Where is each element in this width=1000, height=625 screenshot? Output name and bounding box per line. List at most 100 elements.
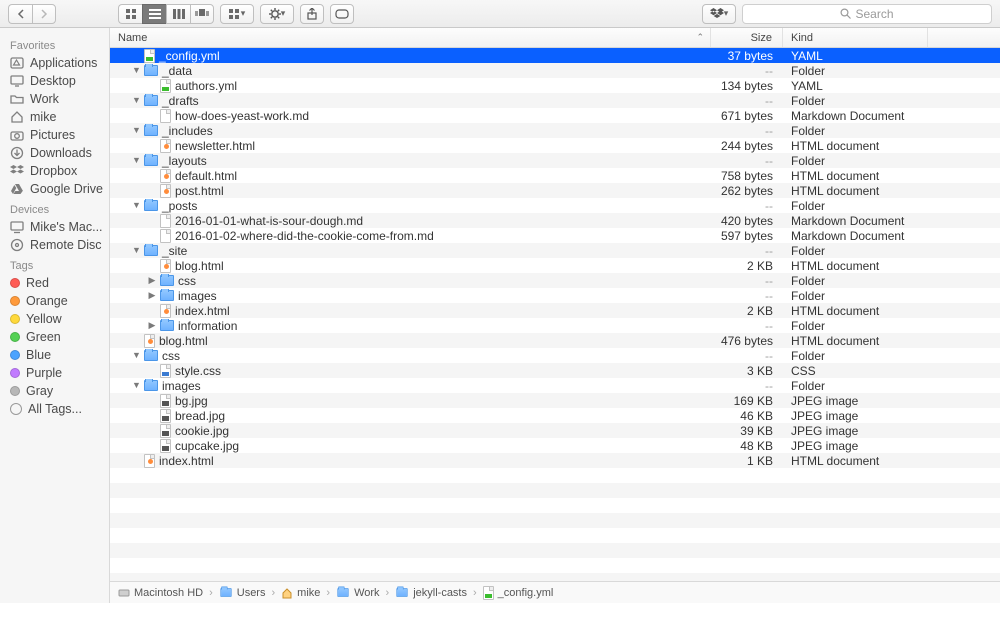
file-row[interactable]: ▼ css -- Folder <box>110 348 1000 363</box>
file-row[interactable]: bg.jpg 169 KB JPEG image <box>110 393 1000 408</box>
sidebar-item-label: Blue <box>26 348 51 362</box>
sidebar-item-dropbox[interactable]: Dropbox <box>6 162 109 180</box>
sidebar-item-remote-disc[interactable]: Remote Disc <box>6 236 109 254</box>
file-row[interactable]: blog.html 476 bytes HTML document <box>110 333 1000 348</box>
column-header-size[interactable]: Size <box>711 28 783 47</box>
sidebar-tag-gray[interactable]: Gray <box>6 382 109 400</box>
file-row[interactable]: cookie.jpg 39 KB JPEG image <box>110 423 1000 438</box>
view-coverflow-button[interactable] <box>190 4 214 24</box>
share-button[interactable] <box>300 4 324 24</box>
breadcrumb-item[interactable]: mike <box>281 587 320 599</box>
sidebar-heading-devices: Devices <box>10 204 109 216</box>
sidebar-item-downloads[interactable]: Downloads <box>6 144 109 162</box>
breadcrumb-item[interactable]: Users <box>219 587 266 599</box>
sidebar-tag-purple[interactable]: Purple <box>6 364 109 382</box>
file-name: _layouts <box>162 154 207 168</box>
file-size: 2 KB <box>711 304 783 318</box>
file-row[interactable]: 2016-01-01-what-is-sour-dough.md 420 byt… <box>110 213 1000 228</box>
file-row[interactable]: _config.yml 37 bytes YAML <box>110 48 1000 63</box>
disclosure-triangle[interactable]: ▶ <box>148 276 156 285</box>
disclosure-triangle[interactable]: ▼ <box>132 351 140 360</box>
sidebar-item-applications[interactable]: Applications <box>6 54 109 72</box>
disclosure-triangle[interactable]: ▶ <box>148 321 156 330</box>
breadcrumb-item[interactable]: Work <box>336 587 379 599</box>
disclosure-triangle[interactable]: ▼ <box>132 96 140 105</box>
sidebar-item-mike[interactable]: mike <box>6 108 109 126</box>
coverflow-icon <box>195 9 209 19</box>
file-row[interactable]: default.html 758 bytes HTML document <box>110 168 1000 183</box>
file-row[interactable]: authors.yml 134 bytes YAML <box>110 78 1000 93</box>
sidebar-tag-yellow[interactable]: Yellow <box>6 310 109 328</box>
file-row[interactable]: style.css 3 KB CSS <box>110 363 1000 378</box>
dropbox-status-button[interactable] <box>702 4 736 24</box>
breadcrumb-separator: › <box>207 587 215 599</box>
file-name: _drafts <box>162 94 199 108</box>
disclosure-triangle[interactable]: ▼ <box>132 201 140 210</box>
file-row[interactable]: ▶ css -- Folder <box>110 273 1000 288</box>
file-row[interactable]: ▼ _includes -- Folder <box>110 123 1000 138</box>
file-row[interactable]: post.html 262 bytes HTML document <box>110 183 1000 198</box>
breadcrumb-item[interactable]: _config.yml <box>483 586 554 600</box>
html-file-icon <box>160 184 171 198</box>
sidebar-all-tags[interactable]: All Tags... <box>6 400 109 418</box>
column-header-kind[interactable]: Kind <box>783 28 928 47</box>
file-row[interactable]: ▼ _data -- Folder <box>110 63 1000 78</box>
file-row[interactable]: ▼ _drafts -- Folder <box>110 93 1000 108</box>
file-row[interactable]: ▼ _posts -- Folder <box>110 198 1000 213</box>
disclosure-triangle[interactable]: ▼ <box>132 126 140 135</box>
sidebar-tag-green[interactable]: Green <box>6 328 109 346</box>
desktop-icon <box>10 74 24 88</box>
view-mode-segment <box>118 4 214 24</box>
tags-button[interactable] <box>330 4 354 24</box>
page-file-icon <box>160 214 171 228</box>
forward-button[interactable] <box>32 4 56 24</box>
sidebar-tag-blue[interactable]: Blue <box>6 346 109 364</box>
file-row[interactable]: how-does-yeast-work.md 671 bytes Markdow… <box>110 108 1000 123</box>
view-icons-button[interactable] <box>118 4 142 24</box>
sidebar-item-desktop[interactable]: Desktop <box>6 72 109 90</box>
arrange-menu[interactable] <box>220 4 254 24</box>
file-kind: Folder <box>783 349 928 363</box>
disclosure-triangle[interactable]: ▼ <box>132 156 140 165</box>
toolbar: Search <box>0 0 1000 28</box>
sidebar-item-label: Purple <box>26 366 62 380</box>
disclosure-triangle[interactable]: ▼ <box>132 246 140 255</box>
file-row[interactable]: index.html 1 KB HTML document <box>110 453 1000 468</box>
view-columns-button[interactable] <box>166 4 190 24</box>
img-file-icon <box>160 409 171 423</box>
file-row[interactable]: ▼ _layouts -- Folder <box>110 153 1000 168</box>
html-file-icon <box>160 259 171 273</box>
column-header-name[interactable]: Name ⌃ <box>110 28 711 47</box>
file-row[interactable]: cupcake.jpg 48 KB JPEG image <box>110 438 1000 453</box>
file-name: _site <box>162 244 187 258</box>
sidebar-item-google-drive[interactable]: Google Drive <box>6 180 109 198</box>
breadcrumb-label: _config.yml <box>498 587 554 599</box>
file-row[interactable]: blog.html 2 KB HTML document <box>110 258 1000 273</box>
file-row[interactable]: newsletter.html 244 bytes HTML document <box>110 138 1000 153</box>
disclosure-triangle[interactable]: ▼ <box>132 381 140 390</box>
view-list-button[interactable] <box>142 4 166 24</box>
file-row[interactable]: ▶ information -- Folder <box>110 318 1000 333</box>
back-button[interactable] <box>8 4 32 24</box>
disclosure-triangle[interactable]: ▼ <box>132 66 140 75</box>
file-row[interactable]: index.html 2 KB HTML document <box>110 303 1000 318</box>
file-row[interactable]: ▼ _site -- Folder <box>110 243 1000 258</box>
search-placeholder: Search <box>855 7 893 21</box>
file-row[interactable]: ▶ images -- Folder <box>110 288 1000 303</box>
breadcrumb-item[interactable]: jekyll-casts <box>395 587 467 599</box>
sidebar-item-mike-s-mac-[interactable]: Mike's Mac... <box>6 218 109 236</box>
sidebar-item-work[interactable]: Work <box>6 90 109 108</box>
file-kind: Folder <box>783 379 928 393</box>
search-input[interactable]: Search <box>742 4 992 24</box>
breadcrumb-item[interactable]: Macintosh HD <box>118 587 203 599</box>
sidebar-tag-red[interactable]: Red <box>6 274 109 292</box>
disclosure-triangle[interactable]: ▶ <box>148 291 156 300</box>
file-row[interactable]: ▼ images -- Folder <box>110 378 1000 393</box>
file-row[interactable]: bread.jpg 46 KB JPEG image <box>110 408 1000 423</box>
img-file-icon <box>160 394 171 408</box>
sidebar-item-pictures[interactable]: Pictures <box>6 126 109 144</box>
file-name: newsletter.html <box>175 139 255 153</box>
action-menu[interactable] <box>260 4 294 24</box>
file-row[interactable]: 2016-01-02-where-did-the-cookie-come-fro… <box>110 228 1000 243</box>
sidebar-tag-orange[interactable]: Orange <box>6 292 109 310</box>
